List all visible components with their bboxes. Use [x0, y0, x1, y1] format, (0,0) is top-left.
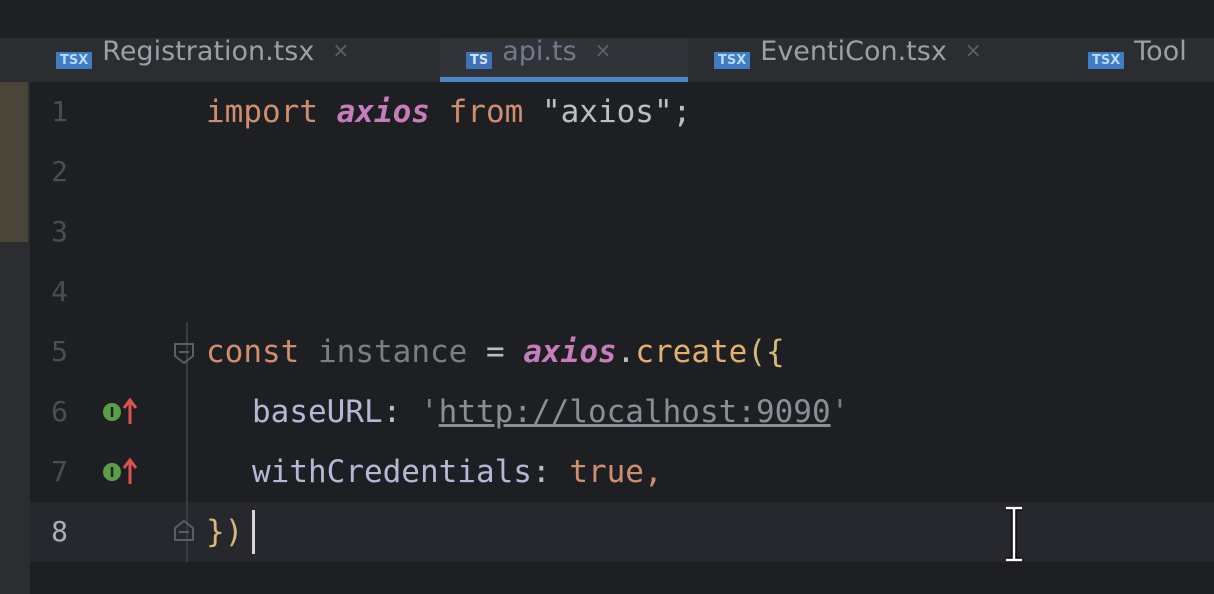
editor-tab-bar: TSX Registration.tsx × TS api.ts × TSX E…: [0, 38, 1214, 82]
code-text: withCredentials: true,: [252, 454, 663, 490]
code-editor[interactable]: 1 import axios from "axios"; 2 3 4 5 con…: [30, 82, 1214, 594]
fold-icon[interactable]: [171, 340, 197, 366]
tab-eventicon[interactable]: TSX EventiCon.tsx ×: [714, 38, 982, 82]
line-number: 3: [51, 215, 68, 248]
line-number: 6: [51, 395, 68, 428]
code-line-5[interactable]: 5 const instance = axios.create({: [30, 322, 1214, 382]
implementing-icon[interactable]: I: [100, 456, 140, 488]
tab-label: Tool: [1134, 38, 1187, 67]
tab-registration[interactable]: TSX Registration.tsx ×: [56, 38, 349, 82]
tab-tool[interactable]: TSX Tool: [1088, 38, 1187, 82]
code-line-3[interactable]: 3: [30, 202, 1214, 262]
code-line-7[interactable]: 7 I withCredentials: true,: [30, 442, 1214, 502]
tsx-file-icon: TSX: [714, 51, 751, 69]
svg-text:I: I: [110, 406, 115, 421]
code-line-4[interactable]: 4: [30, 262, 1214, 322]
code-line-2[interactable]: 2: [30, 142, 1214, 202]
code-text: const instance = axios.create({: [206, 334, 785, 370]
ts-file-icon: TS: [466, 51, 493, 69]
line-number: 1: [51, 95, 68, 128]
code-line-1[interactable]: 1 import axios from "axios";: [30, 82, 1214, 142]
code-text: import axios from "axios";: [206, 94, 692, 130]
line-number: 5: [51, 335, 68, 368]
code-line-8[interactable]: 8 }): [30, 502, 1214, 562]
text-caret: [252, 510, 255, 554]
implementing-icon[interactable]: I: [100, 396, 140, 428]
tab-label: api.ts: [502, 38, 577, 67]
fold-icon[interactable]: [171, 518, 197, 544]
code-text: baseURL: 'http://localhost:9090': [252, 394, 850, 430]
svg-text:I: I: [110, 466, 115, 481]
text-cursor-icon: [1006, 506, 1022, 562]
tsx-file-icon: TSX: [56, 51, 93, 69]
tsx-file-icon: TSX: [1088, 51, 1125, 69]
vcs-change-marker: [0, 82, 28, 242]
close-tab-icon[interactable]: ×: [965, 38, 982, 62]
line-number: 7: [51, 455, 68, 488]
window-top-bar: [0, 0, 1214, 38]
tab-label: EventiCon.tsx: [760, 38, 947, 67]
code-line-6[interactable]: 6 I baseURL: 'http://localhost:9090': [30, 382, 1214, 442]
line-number: 2: [51, 155, 68, 188]
line-number: 8: [51, 515, 68, 548]
tab-api[interactable]: TS api.ts ×: [440, 38, 688, 82]
close-tab-icon[interactable]: ×: [332, 38, 349, 62]
close-tab-icon[interactable]: ×: [595, 38, 612, 62]
tab-label: Registration.tsx: [102, 38, 315, 67]
code-text: }): [206, 514, 244, 550]
line-number: 4: [51, 275, 68, 308]
